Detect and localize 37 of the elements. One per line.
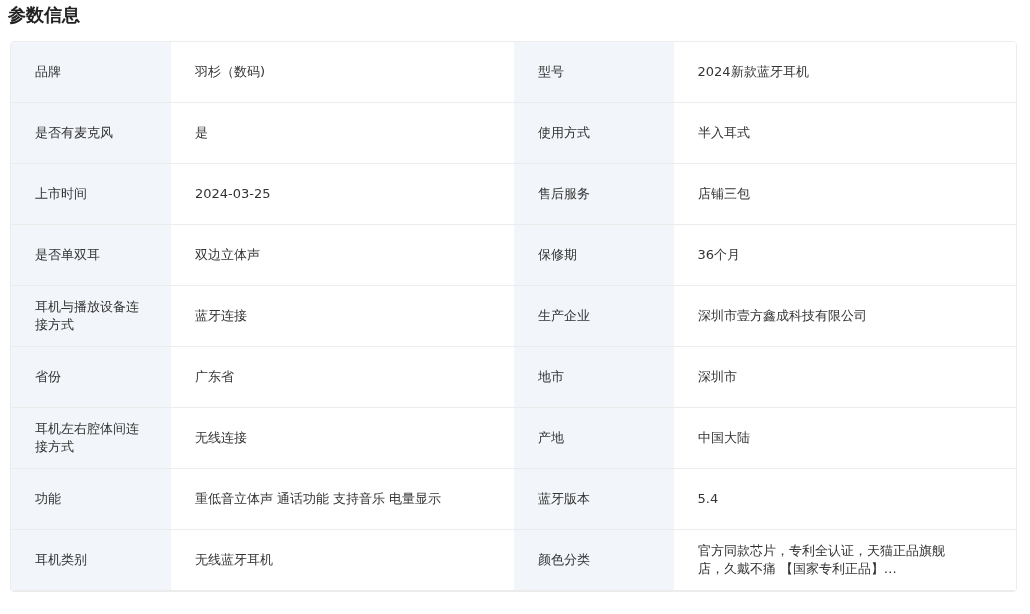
value-text: 5.4: [697, 490, 719, 508]
value-text: 无线连接: [195, 429, 247, 447]
value-text: 店铺三包: [697, 185, 750, 203]
value-text: 羽杉（数码): [195, 63, 266, 81]
label-text: 是否单双耳: [35, 246, 100, 264]
label-text: 生产企业: [537, 307, 590, 325]
value-text: 官方同款芯片，专利全认证，天猫正品旗舰店，久戴不痛 【国家专利正品】…: [697, 542, 946, 578]
value-text: 深圳市: [697, 368, 737, 386]
label-text: 功能: [35, 490, 61, 508]
label-text: 耳机与播放设备连接方式: [35, 298, 140, 334]
label-text: 上市时间: [35, 185, 87, 203]
value-text: 重低音立体声 通话功能 支持音乐 电量显示: [195, 490, 442, 508]
section-title: 参数信息: [8, 3, 81, 27]
value-text: 广东省: [195, 368, 234, 386]
label-text: 省份: [35, 368, 61, 386]
label-text: 耳机类别: [35, 551, 87, 569]
label-text: 产地: [537, 429, 564, 447]
label-text: 品牌: [35, 63, 61, 81]
label-text: 型号: [537, 63, 564, 81]
value-text: 双边立体声: [195, 246, 260, 264]
value-text: 36个月: [697, 246, 741, 264]
value-text: 无线蓝牙耳机: [195, 551, 273, 569]
value-text: 2024新款蓝牙耳机: [697, 63, 809, 81]
value-text: 半入耳式: [697, 124, 750, 142]
label-text: 颜色分类: [537, 551, 590, 569]
value-text: 是: [195, 124, 208, 142]
label-text: 蓝牙版本: [537, 490, 590, 508]
value-text: 蓝牙连接: [195, 307, 247, 325]
value-text: 深圳市壹方鑫成科技有限公司: [697, 307, 867, 325]
label-text: 耳机左右腔体间连接方式: [35, 420, 140, 456]
label-text: 保修期: [537, 246, 577, 264]
value-text: 2024-03-25: [195, 185, 271, 203]
label-text: 地市: [537, 368, 564, 386]
label-text: 使用方式: [537, 124, 590, 142]
value-text: 中国大陆: [697, 429, 750, 447]
label-text: 是否有麦克风: [35, 124, 113, 142]
label-text: 售后服务: [537, 185, 590, 203]
